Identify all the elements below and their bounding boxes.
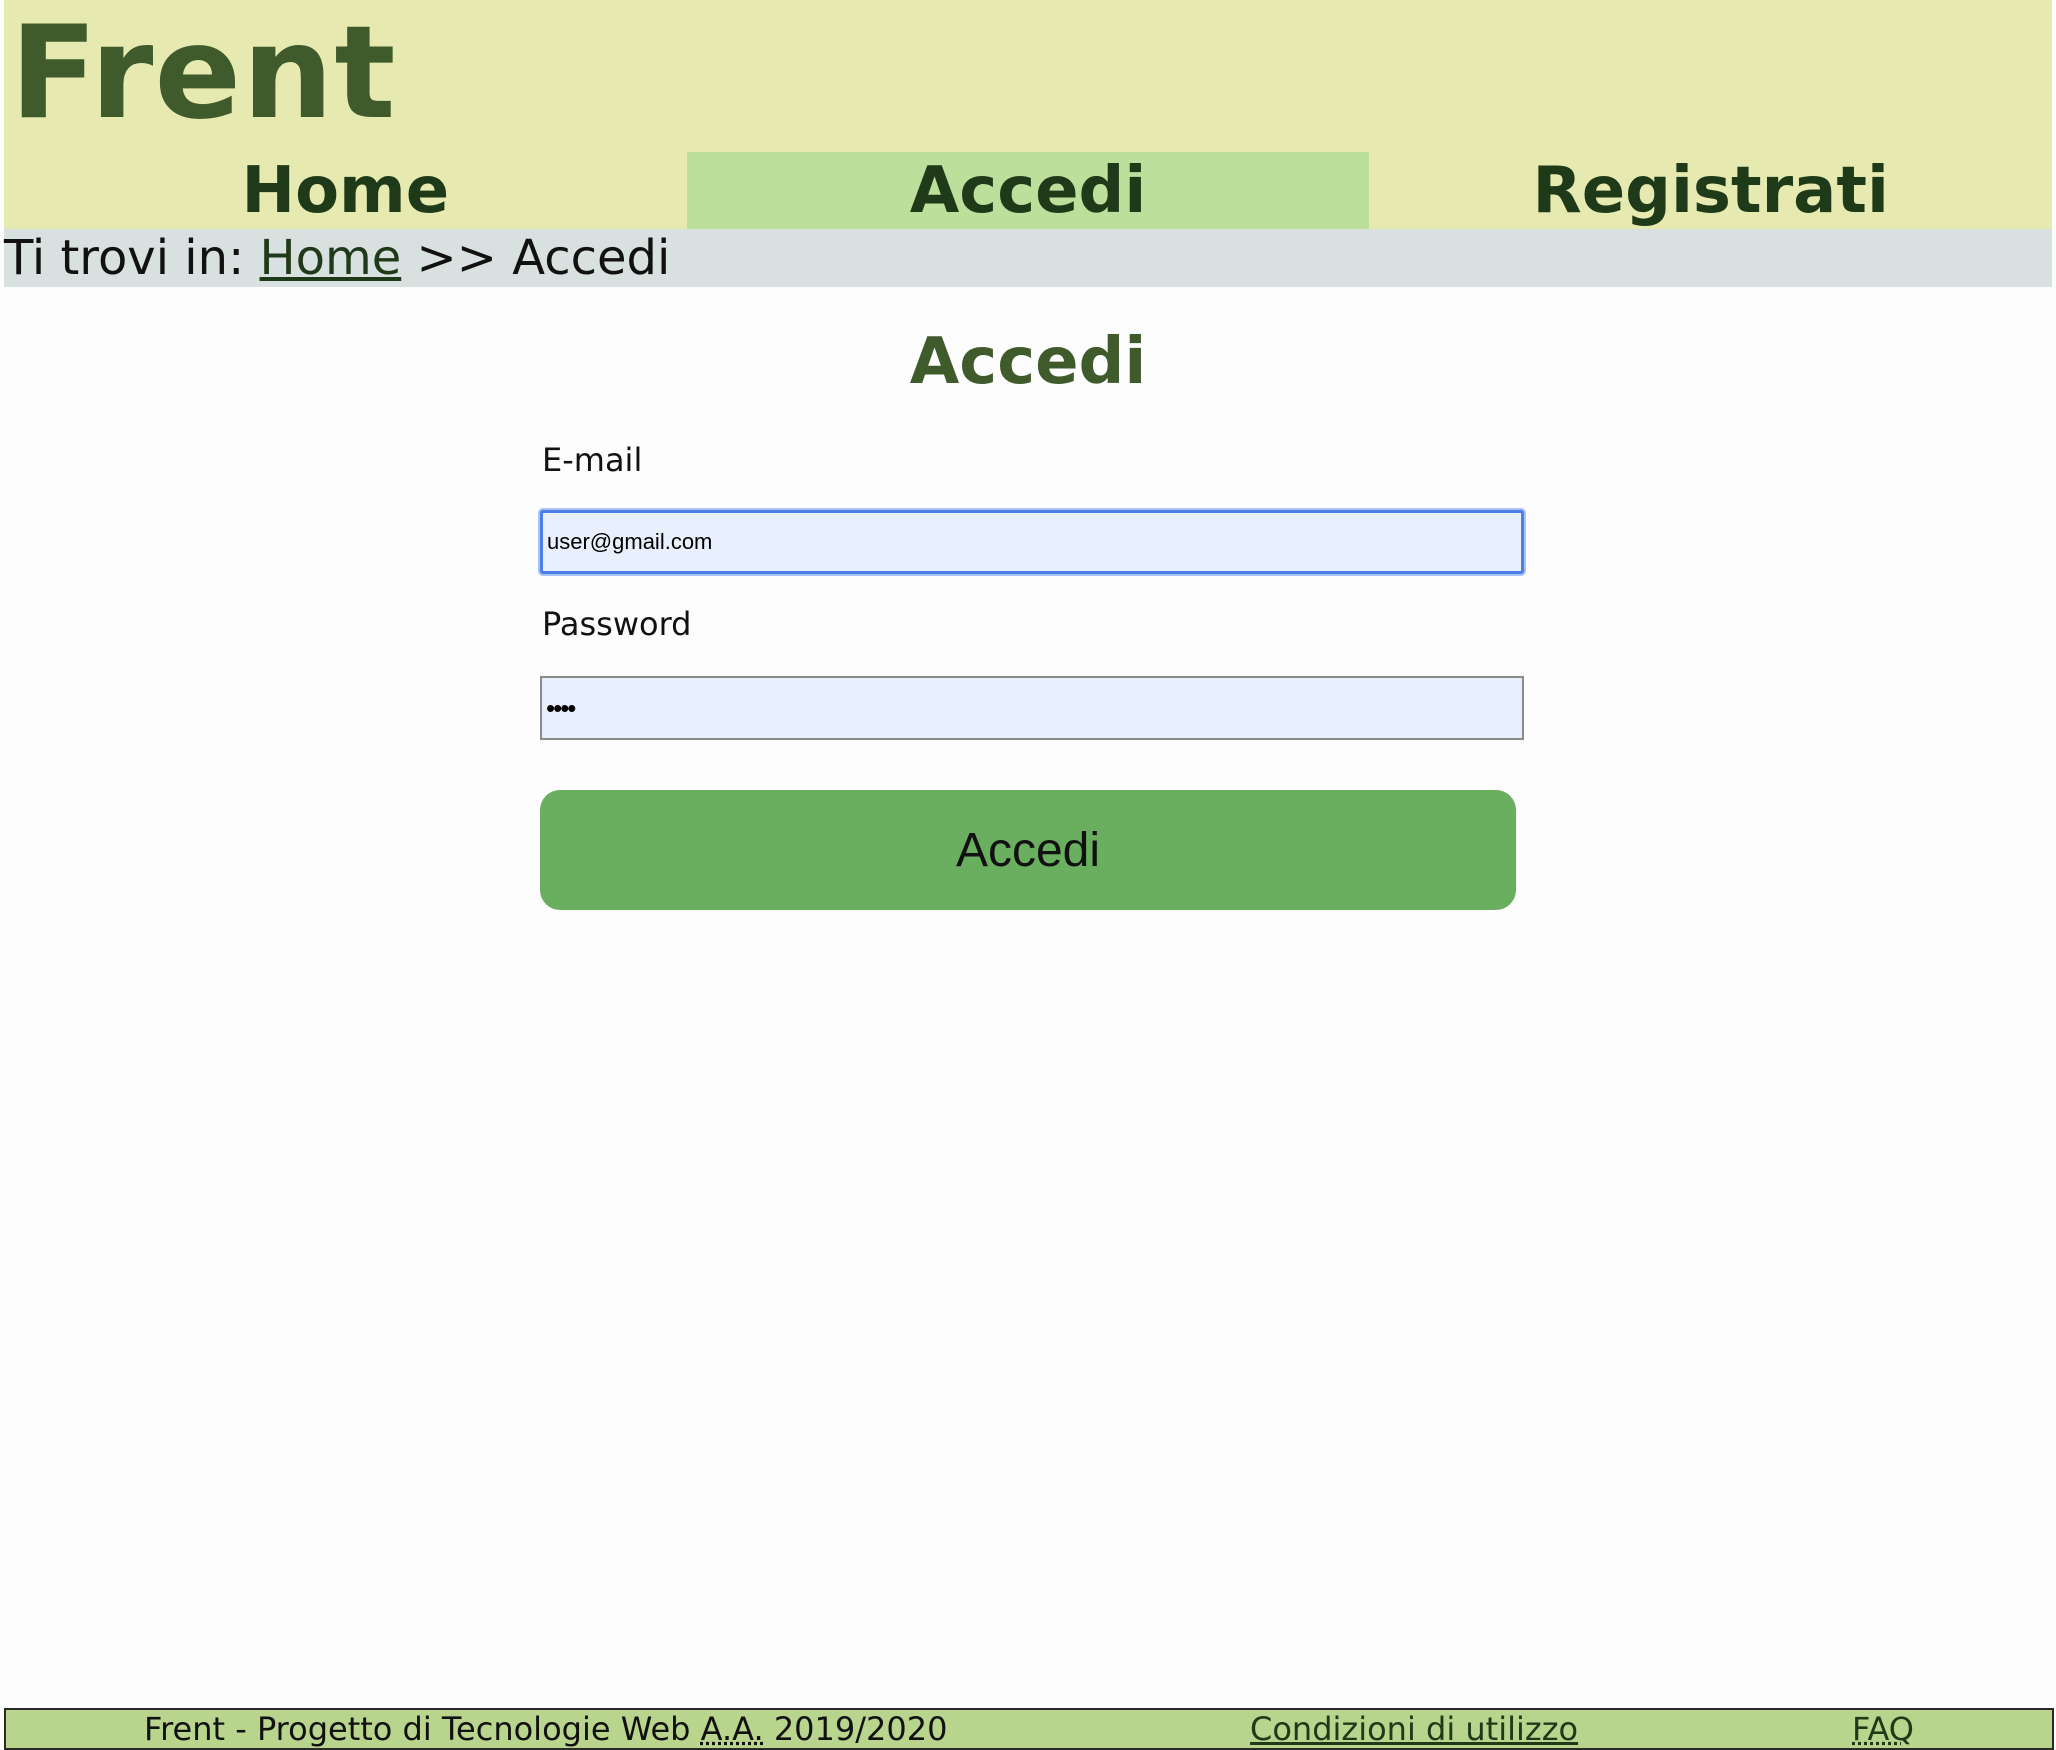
nav-item-home[interactable]: Home xyxy=(4,152,687,229)
breadcrumb-separator: >> xyxy=(416,230,497,286)
footer-credits: Frent - Progetto di Tecnologie Web A.A. … xyxy=(144,1710,947,1748)
login-submit-button[interactable]: Accedi xyxy=(540,790,1516,910)
password-field[interactable]: •••• xyxy=(540,676,1524,740)
site-header: Frent Home Accedi Registrati xyxy=(4,0,2052,229)
site-logo: Frent xyxy=(10,0,397,148)
page-title: Accedi xyxy=(909,325,1147,399)
breadcrumb-home-link[interactable]: Home xyxy=(260,230,402,286)
email-field[interactable] xyxy=(540,510,1524,574)
footer-credits-text: Frent - Progetto di Tecnologie Web xyxy=(144,1710,701,1748)
footer-academic-year-abbr: A.A. xyxy=(700,1710,764,1748)
footer-terms-link[interactable]: Condizioni di utilizzo xyxy=(1250,1710,1578,1748)
page: Frent Home Accedi Registrati Ti trovi in… xyxy=(0,0,2056,1750)
site-footer: Frent - Progetto di Tecnologie Web A.A. … xyxy=(4,1708,2054,1750)
email-label: E-mail xyxy=(542,441,643,479)
breadcrumb-prefix: Ti trovi in: xyxy=(4,230,245,286)
main-nav: Home Accedi Registrati xyxy=(4,152,2052,229)
password-label: Password xyxy=(542,605,692,643)
footer-faq-link[interactable]: FAQ xyxy=(1852,1710,1914,1748)
nav-item-accedi[interactable]: Accedi xyxy=(686,152,1370,229)
breadcrumb: Ti trovi in: Home >> Accedi xyxy=(4,229,2052,287)
breadcrumb-current: Accedi xyxy=(512,230,671,286)
nav-item-registrati[interactable]: Registrati xyxy=(1369,152,2052,229)
footer-year: 2019/2020 xyxy=(763,1710,948,1748)
